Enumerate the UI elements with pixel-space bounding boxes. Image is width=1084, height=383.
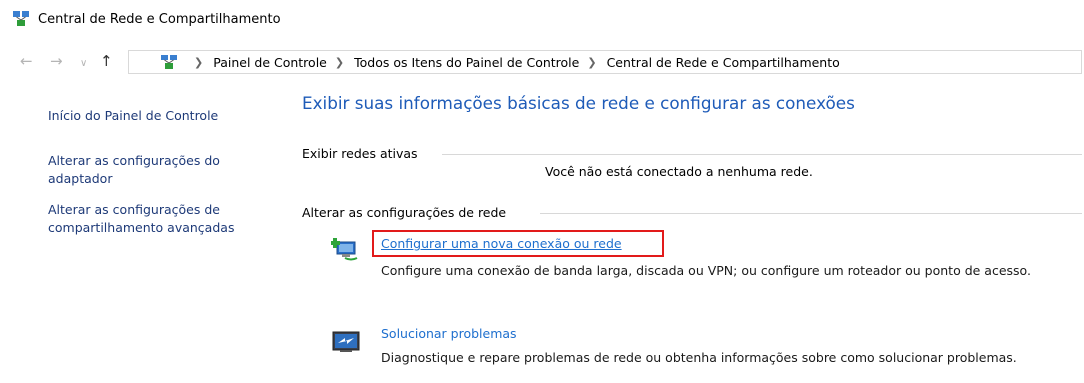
setup-new-connection-link[interactable]: Configurar uma nova conexão ou rede (381, 236, 622, 251)
breadcrumb-item[interactable]: Painel de Controle (213, 55, 327, 70)
breadcrumb-item[interactable]: Central de Rede e Compartilhamento (607, 55, 840, 70)
network-center-icon (13, 11, 29, 26)
active-networks-label: Exibir redes ativas (302, 146, 424, 161)
breadcrumb-item[interactable]: Todos os Itens do Painel de Controle (354, 55, 579, 70)
breadcrumb-separator-icon: ❯ (587, 56, 597, 69)
troubleshoot-icon (332, 331, 360, 352)
recent-locations-chevron-down-icon[interactable]: ∨ (80, 55, 87, 73)
change-network-settings-label: Alterar as configurações de rede (302, 205, 513, 220)
breadcrumb-separator-icon: ❯ (334, 56, 345, 69)
back-arrow-icon[interactable]: ← (20, 52, 33, 70)
advanced-sharing-settings-link[interactable]: Alterar as configurações de compartilham… (48, 201, 278, 237)
breadcrumb: ❯ Painel de Controle ❯ Todos os Itens do… (186, 55, 840, 70)
divider (442, 154, 1082, 155)
breadcrumb-separator-icon: ❯ (194, 56, 204, 69)
network-center-icon (161, 55, 177, 69)
new-connection-icon (331, 238, 358, 261)
control-panel-home-link[interactable]: Início do Painel de Controle (48, 107, 278, 125)
page-title: Exibir suas informações básicas de rede … (302, 93, 855, 113)
troubleshoot-description: Diagnostique e repare problemas de rede … (381, 350, 1017, 365)
change-adapter-settings-link[interactable]: Alterar as configurações do adaptador (48, 152, 278, 188)
forward-arrow-icon[interactable]: → (50, 52, 63, 70)
no-network-message: Você não está conectado a nenhuma rede. (545, 164, 813, 179)
troubleshoot-link[interactable]: Solucionar problemas (381, 326, 517, 341)
up-arrow-icon[interactable]: ↑ (100, 52, 113, 70)
divider (540, 213, 1082, 214)
window-title: Central de Rede e Compartilhamento (38, 12, 281, 27)
setup-new-connection-description: Configure uma conexão de banda larga, di… (381, 263, 1031, 278)
